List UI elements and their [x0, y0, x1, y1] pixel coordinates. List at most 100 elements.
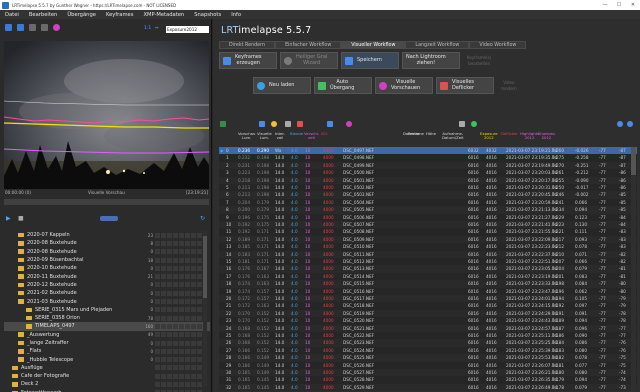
play-circle-icon[interactable] — [471, 121, 477, 127]
folder-tree-item[interactable]: _Auswertung 49 — [4, 331, 210, 339]
tab-direkt-rendern[interactable]: Direkt Rendern — [219, 41, 276, 49]
folder-tree-item[interactable]: TIMELAPS_0497 160 — [4, 322, 210, 331]
menu-keyframes[interactable]: Keyframes — [101, 12, 139, 18]
column-header[interactable]: Exposure 2012 — [480, 131, 498, 141]
folder-tree-item[interactable]: 2021-03 Buxtehude 0 — [4, 297, 210, 305]
table-row[interactable]: 20 0.172 0.157 14.0 4.0 10 4000 DSC_0517.NEF 601… — [219, 295, 637, 303]
menu-datei[interactable]: Datei — [0, 12, 24, 18]
speichern-button[interactable]: Speichern — [341, 52, 399, 69]
compare-icon[interactable] — [41, 24, 48, 31]
column-header[interactable]: Blende — [290, 131, 303, 136]
auto-uebergang-button[interactable]: Auto Übergang — [314, 77, 372, 94]
column-header[interactable]: Visuelle Lum. — [257, 131, 272, 141]
folder-tree-item[interactable]: Cafe der Fotografie — [4, 372, 210, 380]
folder-tree-item[interactable]: Deck 2 — [4, 380, 210, 388]
folder-tree-item[interactable]: 2021-02 Buxtehude 0 — [4, 289, 210, 297]
table-row[interactable]: 7 0.204 0.179 14.0 4.0 10 4000 DSC_0504.NEF 6016… — [219, 199, 637, 206]
zoom-label[interactable]: 1:1 — [144, 26, 151, 31]
table-row[interactable]: 6 0.213 0.198 14.0 4.0 10 4000 DSC_0503.NEF 6016… — [219, 191, 637, 199]
table-body[interactable]: ◆ 0 0.236 0.290 Wa 4.0 10 4000 DSC_0497.NEF 6032 4… — [219, 147, 637, 391]
folder-tree-item[interactable]: Fotowettbewerb — [4, 389, 210, 392]
visual-icon[interactable] — [346, 121, 352, 127]
tab-einfacher-workflow[interactable]: Einfacher Workflow — [275, 41, 342, 49]
keyframes-erzeugen-button[interactable]: Keyframes erzeugen — [219, 52, 277, 69]
table-image-icon[interactable] — [220, 121, 226, 127]
table-row[interactable]: ◆ 0 0.236 0.290 Wa 4.0 10 4000 DSC_0497.NEF 6032 4… — [219, 147, 637, 155]
menu-xmp-metadaten[interactable]: XMP-Metadaten — [138, 12, 189, 18]
heiliger-gral-wizard-button[interactable]: Heiliger Gral Wizard — [280, 52, 338, 69]
table-row[interactable]: 11 0.192 0.171 14.0 4.0 10 4000 DSC_0508.NEF 601… — [219, 228, 637, 235]
table-scrollbar[interactable] — [631, 147, 636, 391]
menu-info[interactable]: Info — [226, 12, 246, 18]
folder-tree-item[interactable]: 2020-07 Kappeln 23 — [4, 231, 210, 239]
table-row[interactable]: 12 0.189 0.171 14.0 4.0 10 4000 DSC_0509.NEF 601… — [219, 235, 637, 244]
tree-scrollbar[interactable] — [203, 231, 207, 386]
column-header[interactable]: Aufnahme- Datum/Zeit — [442, 131, 464, 141]
table-row[interactable]: 21 0.172 0.163 14.0 4.0 10 4000 DSC_0518.NEF 601… — [219, 302, 637, 309]
table-row[interactable]: 28 0.166 0.149 14.0 4.0 10 4000 DSC_0525.NEF 601… — [219, 354, 637, 362]
column-header[interactable]: Vorschau Lum. — [238, 131, 255, 141]
check-icon[interactable] — [459, 121, 465, 127]
column-settings-icon[interactable] — [617, 121, 623, 127]
tab-video-workflow[interactable]: Video Workflow — [469, 41, 527, 49]
folder-tree-item[interactable]: 2020-08 Buxtehude 0 — [4, 248, 210, 256]
list-view-icon[interactable] — [29, 24, 36, 31]
neu-laden-button[interactable]: Neu laden — [253, 77, 311, 94]
grid-view-icon[interactable] — [17, 24, 24, 31]
table-row[interactable]: 24 0.168 0.152 14.0 4.0 10 4000 DSC_0521.NEF 601… — [219, 324, 637, 332]
close-button[interactable]: ✕ — [626, 2, 640, 8]
menu-snapshots[interactable]: Snapshots — [189, 12, 226, 18]
folder-tree-item[interactable]: 2020-09 Büsenbachtal 18 — [4, 256, 210, 264]
table-row[interactable]: 25 0.168 0.152 14.0 4.0 10 4000 DSC_0522.NEF 601… — [219, 332, 637, 339]
table-row[interactable]: 31 0.165 0.145 14.0 4.0 10 4000 DSC_0528.NEF 601… — [219, 376, 637, 383]
column-header[interactable]: Verschl- zeit — [304, 131, 319, 141]
table-row[interactable]: 19 0.174 0.157 14.0 4.0 10 4000 DSC_0516.NEF 601… — [219, 288, 637, 295]
add-column-icon[interactable] — [627, 121, 633, 127]
table-row[interactable]: 2 0.231 0.198 14.0 4.0 10 4000 DSC_0499.NEF 6016… — [219, 161, 637, 170]
tab-visueller-workflow[interactable]: Visueller Workflow — [341, 41, 406, 49]
menu-bearbeiten[interactable]: Bearbeiten — [24, 12, 63, 18]
tab-langzeit-workflow[interactable]: Langzeit Workflow — [405, 41, 470, 49]
delete-icon[interactable] — [297, 121, 303, 127]
keyframe-nav-icon[interactable] — [100, 216, 118, 221]
ramp-icon[interactable] — [285, 121, 291, 127]
table-row[interactable]: 13 0.185 0.171 14.0 4.0 10 4000 DSC_0510.NEF 601… — [219, 243, 637, 250]
table-row[interactable]: 8 0.200 0.179 14.0 4.0 10 4000 DSC_0505.NEF 6016… — [219, 206, 637, 214]
column-header[interactable]: Highlights 2012 — [520, 131, 539, 141]
visual-preview-icon[interactable] — [53, 24, 60, 31]
visuelles-deflicker-button[interactable]: Visuelles Deflicker — [436, 77, 494, 94]
table-row[interactable]: 30 0.165 0.149 14.0 4.0 10 4000 DSC_0527.NEF 601… — [219, 369, 637, 377]
folder-tree-item[interactable]: 2020-11 Buxtehude 21 — [4, 272, 210, 280]
table-row[interactable]: 14 0.183 0.171 14.0 4.0 10 4000 DSC_0511.NEF 601… — [219, 250, 637, 258]
table-row[interactable]: 27 0.166 0.152 14.0 4.0 10 4000 DSC_0524.NEF 601… — [219, 347, 637, 354]
holy-grail-icon[interactable] — [327, 121, 333, 127]
maximize-button[interactable]: ☐ — [612, 2, 626, 8]
folder-tree-item[interactable]: _Hubble Telescope 0 — [4, 355, 210, 363]
table-row[interactable]: 3 0.223 0.198 14.0 4.0 10 4000 DSC_0500.NEF 6016… — [219, 169, 637, 176]
table-row[interactable]: 29 0.166 0.149 14.0 4.0 10 4000 DSC_0526.NEF 601… — [219, 362, 637, 369]
folder-tree-item[interactable]: _lange Zeitraffer 0 — [4, 339, 210, 347]
folder-tree-item[interactable]: _Flats 0 — [4, 347, 210, 355]
column-header[interactable]: Höhe — [426, 131, 436, 136]
table-row[interactable]: 10 0.192 0.175 14.0 4.0 10 4000 DSC_0507.NEF 601… — [219, 221, 637, 229]
table-row[interactable]: 9 0.196 0.175 14.0 4.0 10 4000 DSC_0506.NEF 6016… — [219, 214, 637, 221]
keyframe-toggle-icon[interactable] — [259, 121, 265, 127]
folder-tree-item[interactable]: SERIE_0358 Orion 78 — [4, 314, 210, 322]
table-row[interactable]: 32 0.165 0.145 14.0 4.0 10 4000 DSC_0529.NEF 601… — [219, 383, 637, 391]
folder-tree-item[interactable]: 2020-10 Buxtehude 0 — [4, 264, 210, 272]
zoom-fit-icon[interactable]: ↔ — [155, 26, 159, 31]
table-row[interactable]: 23 0.170 0.152 14.0 4.0 10 4000 DSC_0520.NEF 601… — [219, 317, 637, 324]
table-row[interactable]: 4 0.218 0.198 14.0 4.0 10 4000 DSC_0501.NEF 6016… — [219, 176, 637, 184]
star-icon[interactable] — [271, 121, 277, 127]
column-header[interactable]: Inter- vall — [275, 131, 285, 141]
table-row[interactable]: 1 0.232 0.198 14.0 4.0 10 4000 DSC_0498.NEF 6016… — [219, 154, 637, 161]
table-row[interactable]: 26 0.168 0.152 14.0 4.0 10 4000 DSC_0523.NEF 601… — [219, 339, 637, 347]
column-header[interactable]: ISO — [321, 131, 328, 136]
column-header[interactable]: Breite — [408, 131, 419, 136]
menu-uebergaenge[interactable]: Übergänge — [62, 12, 101, 18]
refresh-icon[interactable]: ↻ — [200, 215, 205, 222]
sequence-table[interactable]: Vorschau Lum. Visuelle Lum. Inter- vall Ble… — [219, 119, 637, 391]
table-row[interactable]: 16 0.176 0.167 14.0 4.0 10 4000 DSC_0513.NEF 601… — [219, 265, 637, 273]
play-icon[interactable]: ▶ — [6, 215, 11, 222]
table-row[interactable]: 5 0.213 0.198 14.0 4.0 10 4000 DSC_0502.NEF 6016… — [219, 184, 637, 191]
